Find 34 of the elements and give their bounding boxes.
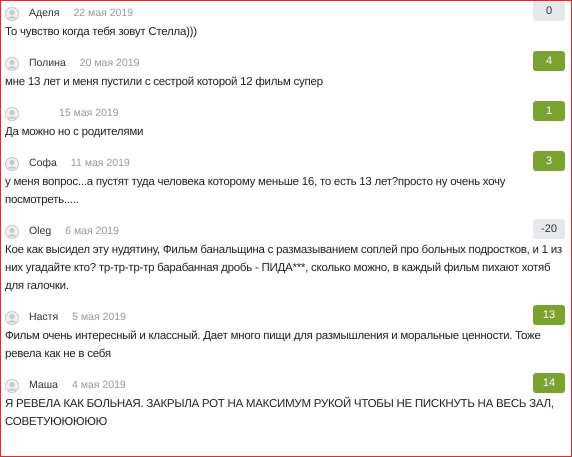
- comment-text: Я РЕВЕЛА КАК БОЛЬНАЯ. ЗАКРЫЛА РОТ НА МАКСИМУМ РУКОЙ ЧТОБЫ НЕ ПИСКНУТЬ НА ВЕСЬ ЗАЛ, СОВЕТУЮЮЮЮЮ: [5, 396, 555, 430]
- avatar-icon: [5, 6, 19, 21]
- comment-text: Да можно но с родителями: [5, 125, 144, 140]
- comment-text: мне 13 лет и меня пустили с сестрой которой 12 фильм супер: [5, 75, 324, 90]
- rating-score: 0: [533, 1, 565, 21]
- author-name[interactable]: Полина: [29, 56, 66, 72]
- avatar-icon: [5, 310, 19, 325]
- comment-date: 15 мая 2019: [59, 106, 119, 121]
- comment-text: То чувство когда тебя зовут Стелла))): [5, 25, 198, 40]
- rating-score: 1: [533, 101, 565, 121]
- rating-score: 13: [533, 305, 565, 325]
- author-name[interactable]: Софа: [29, 156, 57, 172]
- rating-score: 4: [533, 51, 565, 71]
- avatar-icon: [5, 378, 19, 393]
- comment-date: 20 мая 2019: [80, 56, 140, 71]
- avatar-icon: [5, 156, 19, 171]
- avatar-icon: [5, 224, 19, 239]
- rating-score: -20: [533, 219, 565, 239]
- comment-text: Кое как высидел эту нудятину, Фильм банальщина с размазыванием соплей про больных подростков, и 1 из них угадайте кто? тр-тр-тр-тр барабанная дробь - ПИДА***, сколько можно, в каждый фильм пихают хотяб для галочки.: [5, 243, 563, 294]
- comment-text: Фильм очень интересный и классный. Дает много пищи для размышления и моральные ценности. Тоже ревела как не в себя: [5, 329, 542, 362]
- avatar-icon: [5, 106, 19, 121]
- rating-score: 14: [533, 373, 565, 393]
- author-name[interactable]: Аделя: [29, 6, 60, 22]
- author-name[interactable]: Маша: [29, 378, 58, 394]
- avatar-icon: [5, 56, 19, 71]
- author-name[interactable]: Настя: [29, 310, 58, 326]
- comment-text: у меня вопрос...а пустят туда человека которому меньше 16, то есть 13 лет?просто ну очень хочу посмотреть.....: [5, 175, 506, 208]
- comment-date: 22 мая 2019: [73, 6, 134, 21]
- comment-date: 5 мая 2019: [72, 310, 126, 325]
- comment-date: 11 мая 2019: [70, 156, 130, 171]
- comment-date: 4 мая 2019: [72, 378, 126, 393]
- rating-score: 3: [533, 151, 565, 171]
- comment-date: 6 мая 2019: [65, 224, 119, 239]
- author-name[interactable]: Oleg: [29, 224, 52, 240]
